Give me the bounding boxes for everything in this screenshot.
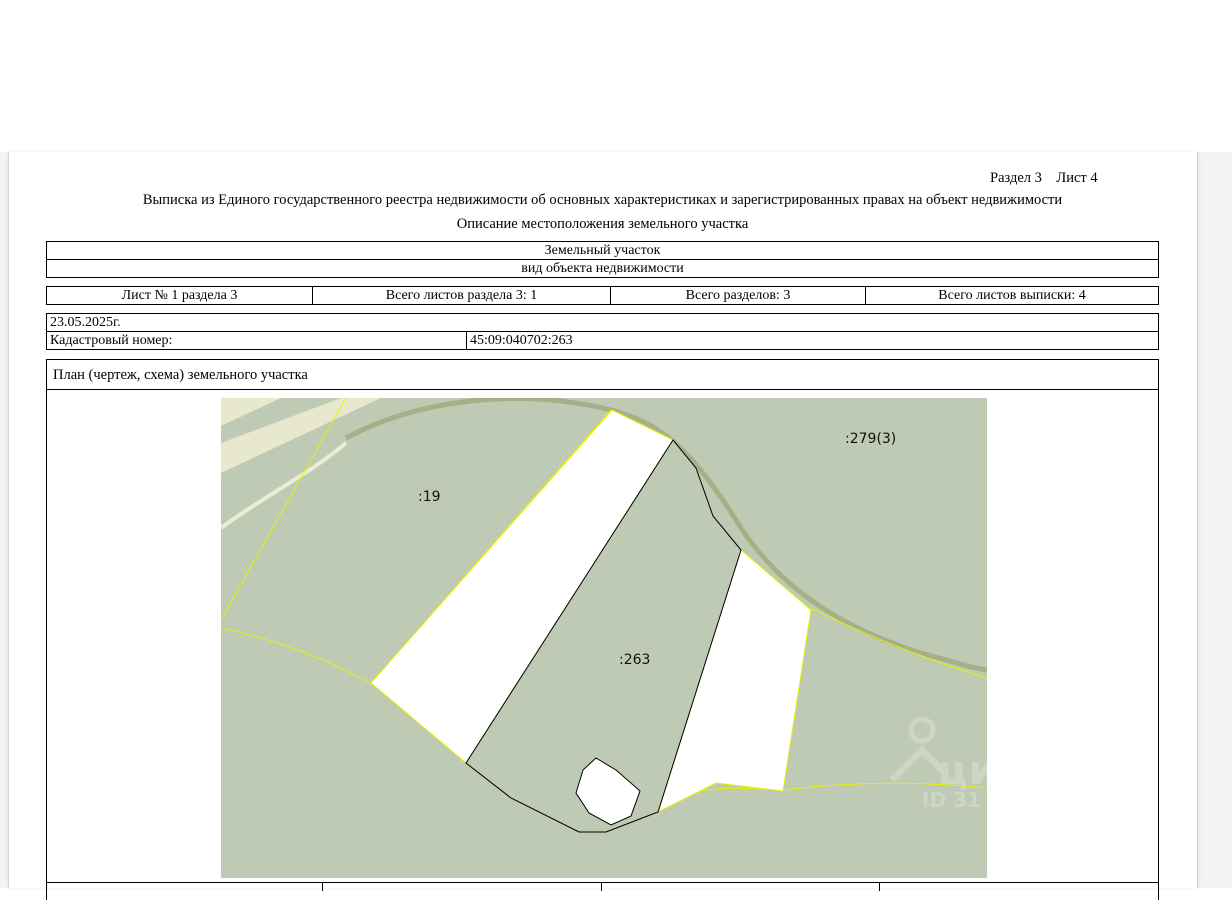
total-extract-sheets: Всего листов выписки: 4 [865,286,1159,305]
left-gutter [0,152,8,888]
document-title: Выписка из Единого государственного реес… [142,192,1063,208]
label-parcel-279: :279(3) [845,431,896,447]
sheet-info-table: Лист № 1 раздела 3 Всего листов раздела … [46,286,1159,305]
total-section-sheets: Всего листов раздела 3: 1 [312,286,611,305]
cadastral-label: Кадастровый номер: [46,331,467,350]
sheet-of-section: Лист № 1 раздела 3 [46,286,313,305]
total-sections: Всего разделов: 3 [610,286,866,305]
right-gutter [1197,152,1232,888]
scale-row-divider [879,883,880,891]
label-parcel-263: :263 [619,652,650,668]
parcel-map: :279(3) :19 :263 [221,398,987,878]
section-sheet-number: Раздел 3 Лист 4 [990,170,1098,186]
scale-row-divider [322,883,323,891]
scale-row-divider [601,883,602,891]
object-type-caption: вид объекта недвижимости [46,259,1159,278]
object-type: Земельный участок [46,241,1159,260]
scale-row [46,882,1159,891]
document-subtitle: Описание местоположения земельного участ… [456,216,749,232]
cadastral-number: 45:09:040702:263 [466,331,1159,350]
label-parcel-19: :19 [418,489,441,505]
record-table: 23.05.2025г. Кадастровый номер: 45:09:04… [46,313,1159,350]
plan-box: План (чертеж, схема) земельного участка [46,359,1159,900]
object-type-table: Земельный участок вид объекта недвижимос… [46,241,1159,278]
plan-header: План (чертеж, схема) земельного участка [47,360,1158,390]
parcel-map-svg: :279(3) :19 :263 [221,398,987,878]
record-date: 23.05.2025г. [46,313,1159,332]
